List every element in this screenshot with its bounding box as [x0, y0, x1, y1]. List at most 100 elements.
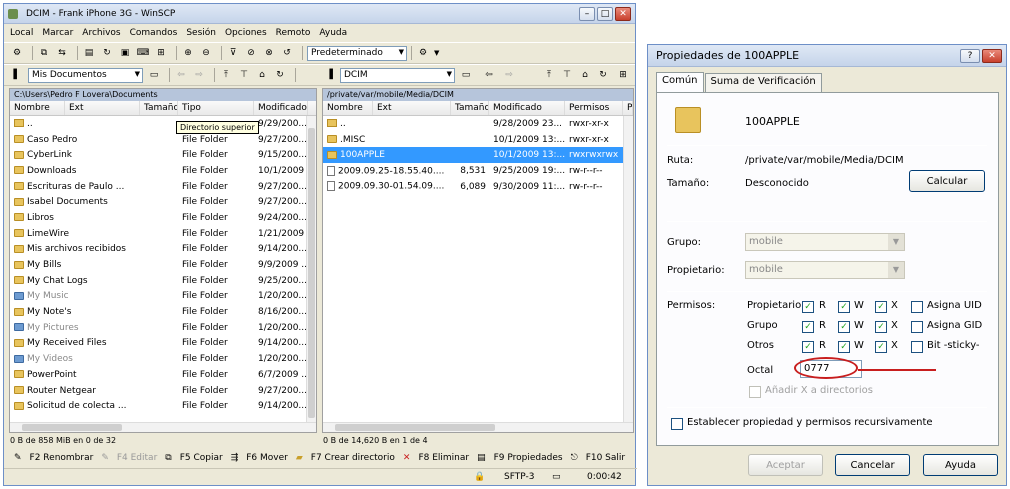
menu-marcar[interactable]: Marcar: [42, 28, 73, 38]
right-location-select[interactable]: DCIM ▼: [340, 67, 455, 83]
col-modificado[interactable]: Modificado: [254, 101, 308, 115]
table-row[interactable]: Solicitud de colecta ... File Folder 9/14/…: [10, 398, 316, 414]
perm-owner-x-checkbox[interactable]: ✓: [875, 301, 887, 313]
f5-copy-button[interactable]: F5 Copiar: [180, 453, 223, 463]
remote-hscrollbar[interactable]: [323, 422, 633, 432]
col-ext[interactable]: Ext: [65, 101, 140, 115]
col-nombre[interactable]: Nombre: [323, 101, 373, 115]
table-row[interactable]: Libros File Folder 9/24/200...: [10, 210, 316, 226]
select-minus-icon[interactable]: ⊖: [199, 46, 213, 60]
find-icon[interactable]: ⊞: [616, 68, 630, 82]
dialog-close-button[interactable]: ✕: [982, 48, 1002, 63]
perm-owner-w-checkbox[interactable]: ✓: [838, 301, 850, 313]
menu-comandos[interactable]: Comandos: [130, 28, 178, 38]
minimize-button[interactable]: –: [579, 6, 595, 21]
select-plus-icon[interactable]: ⊕: [181, 46, 195, 60]
col-p[interactable]: P: [623, 101, 633, 115]
close-button[interactable]: ✕: [615, 6, 631, 21]
f7-mkdir-button[interactable]: F7 Crear directorio: [311, 453, 395, 463]
refresh-icon[interactable]: ↻: [100, 46, 114, 60]
table-row[interactable]: My Music File Folder 1/20/200...: [10, 289, 316, 305]
perm-group-r-checkbox[interactable]: ✓: [802, 321, 814, 333]
back-icon[interactable]: ⇦: [482, 68, 496, 82]
perm-owner-r-checkbox[interactable]: ✓: [802, 301, 814, 313]
sync-icon[interactable]: ⇆: [55, 46, 69, 60]
col-tamano[interactable]: Tamaño: [140, 101, 178, 115]
parent-dir-icon[interactable]: ⤒: [542, 68, 556, 82]
perm-other-x-checkbox[interactable]: ✓: [875, 341, 887, 353]
left-location-select[interactable]: Mis Documentos ▼: [28, 67, 143, 83]
f10-exit-button[interactable]: F10 Salir: [586, 453, 625, 463]
add-x-checkbox[interactable]: [749, 386, 761, 398]
help-button[interactable]: ?: [960, 48, 980, 63]
root-dir-icon[interactable]: ⊤: [560, 68, 574, 82]
home-icon[interactable]: ⌂: [578, 68, 592, 82]
table-row[interactable]: Escrituras de Paulo ... File Folder 9/27/2…: [10, 179, 316, 195]
table-row[interactable]: Isabel Documents File Folder 9/27/200...: [10, 194, 316, 210]
tab-comun[interactable]: Común: [656, 72, 704, 92]
table-row[interactable]: .. 9/29/200...: [10, 116, 316, 132]
grupo-select[interactable]: mobile ▼: [745, 233, 905, 251]
forward-icon[interactable]: ⇨: [192, 68, 206, 82]
table-row[interactable]: Caso Pedro File Folder 9/27/200...: [10, 132, 316, 148]
perm-group-w-checkbox[interactable]: ✓: [838, 321, 850, 333]
local-panel[interactable]: C:\Users\Pedro F Lovera\Documents Nombre…: [9, 88, 317, 433]
table-row[interactable]: My Note's File Folder 8/16/200...: [10, 304, 316, 320]
f9-properties-button[interactable]: F9 Propiedades: [494, 453, 563, 463]
menu-opciones[interactable]: Opciones: [225, 28, 267, 38]
menu-local[interactable]: Local: [10, 28, 33, 38]
transfer-preset-select[interactable]: Predeterminado ▼: [307, 45, 407, 61]
calcular-button[interactable]: Calcular: [909, 170, 985, 192]
transfer-settings-icon[interactable]: ⚙: [416, 46, 430, 60]
f6-move-button[interactable]: F6 Mover: [246, 453, 288, 463]
menu-remoto[interactable]: Remoto: [276, 28, 311, 38]
table-row[interactable]: PowerPoint File Folder 6/7/2009 ...: [10, 367, 316, 383]
f4-edit-button[interactable]: F4 Editar: [117, 453, 157, 463]
maximize-button[interactable]: □: [597, 6, 613, 21]
table-row[interactable]: My Videos File Folder 1/20/200...: [10, 351, 316, 367]
bookmark-icon[interactable]: ⊞: [154, 46, 168, 60]
recursive-checkbox[interactable]: [671, 418, 683, 430]
table-row[interactable]: ..9/28/2009 23...rwxr-xr-xr: [323, 116, 633, 132]
invert-icon[interactable]: ⊘: [244, 46, 258, 60]
table-row[interactable]: Downloads File Folder 10/1/2009 ...: [10, 163, 316, 179]
table-row[interactable]: My Pictures File Folder 1/20/200...: [10, 320, 316, 336]
perm-group-x-checkbox[interactable]: ✓: [875, 321, 887, 333]
undo-icon[interactable]: ↺: [280, 46, 294, 60]
ayuda-button[interactable]: Ayuda: [923, 454, 998, 476]
back-icon[interactable]: ⇦: [174, 68, 188, 82]
col-tamano[interactable]: Tamaño: [451, 101, 489, 115]
remote-vscrollbar[interactable]: [623, 116, 633, 422]
table-row[interactable]: CyberLink File Folder 9/15/200...: [10, 147, 316, 163]
menu-archivos[interactable]: Archivos: [82, 28, 120, 38]
putty-icon[interactable]: ⌨: [136, 46, 150, 60]
perm-group-extra-checkbox[interactable]: [911, 321, 923, 333]
menu-sesion[interactable]: Sesión: [186, 28, 216, 38]
f8-delete-button[interactable]: F8 Eliminar: [418, 453, 469, 463]
remote-panel[interactable]: /private/var/mobile/Media/DCIM Nombre Ex…: [322, 88, 634, 433]
perm-other-extra-checkbox[interactable]: [911, 341, 923, 353]
root-dir-icon[interactable]: ⊤: [237, 68, 251, 82]
col-modificado[interactable]: Modificado: [489, 101, 565, 115]
table-row[interactable]: My Chat Logs File Folder 9/25/200...: [10, 273, 316, 289]
table-row[interactable]: LimeWire File Folder 1/21/2009 ...: [10, 226, 316, 242]
queue-icon[interactable]: ▤: [82, 46, 96, 60]
f2-rename-button[interactable]: F2 Renombrar: [30, 453, 94, 463]
table-row[interactable]: Router Netgear File Folder 9/27/200...: [10, 383, 316, 399]
col-tipo[interactable]: Tipo: [178, 101, 254, 115]
local-vscrollbar[interactable]: [306, 116, 316, 422]
table-row[interactable]: My Bills File Folder 9/9/2009 ...: [10, 257, 316, 273]
terminal-icon[interactable]: ▣: [118, 46, 132, 60]
table-row[interactable]: 2009.09.30-01.54.09.... 6,089 9/30/2009 11…: [323, 179, 633, 195]
gear-icon[interactable]: ⚙: [10, 46, 24, 60]
tab-checksum[interactable]: Suma de Verificación: [704, 73, 822, 93]
menu-ayuda[interactable]: Ayuda: [319, 28, 347, 38]
table-row[interactable]: .MISC10/1/2009 13:...rwxr-xr-xr: [323, 132, 633, 148]
refresh-icon[interactable]: ↻: [596, 68, 610, 82]
clear-icon[interactable]: ⊗: [262, 46, 276, 60]
open-folder-icon[interactable]: ▭: [459, 68, 473, 82]
table-row[interactable]: Mis archivos recibidos File Folder 9/14/20…: [10, 242, 316, 258]
chevron-down-icon[interactable]: ▼: [434, 49, 439, 57]
col-ext[interactable]: Ext: [373, 101, 451, 115]
filter-icon[interactable]: ⊽: [226, 46, 240, 60]
